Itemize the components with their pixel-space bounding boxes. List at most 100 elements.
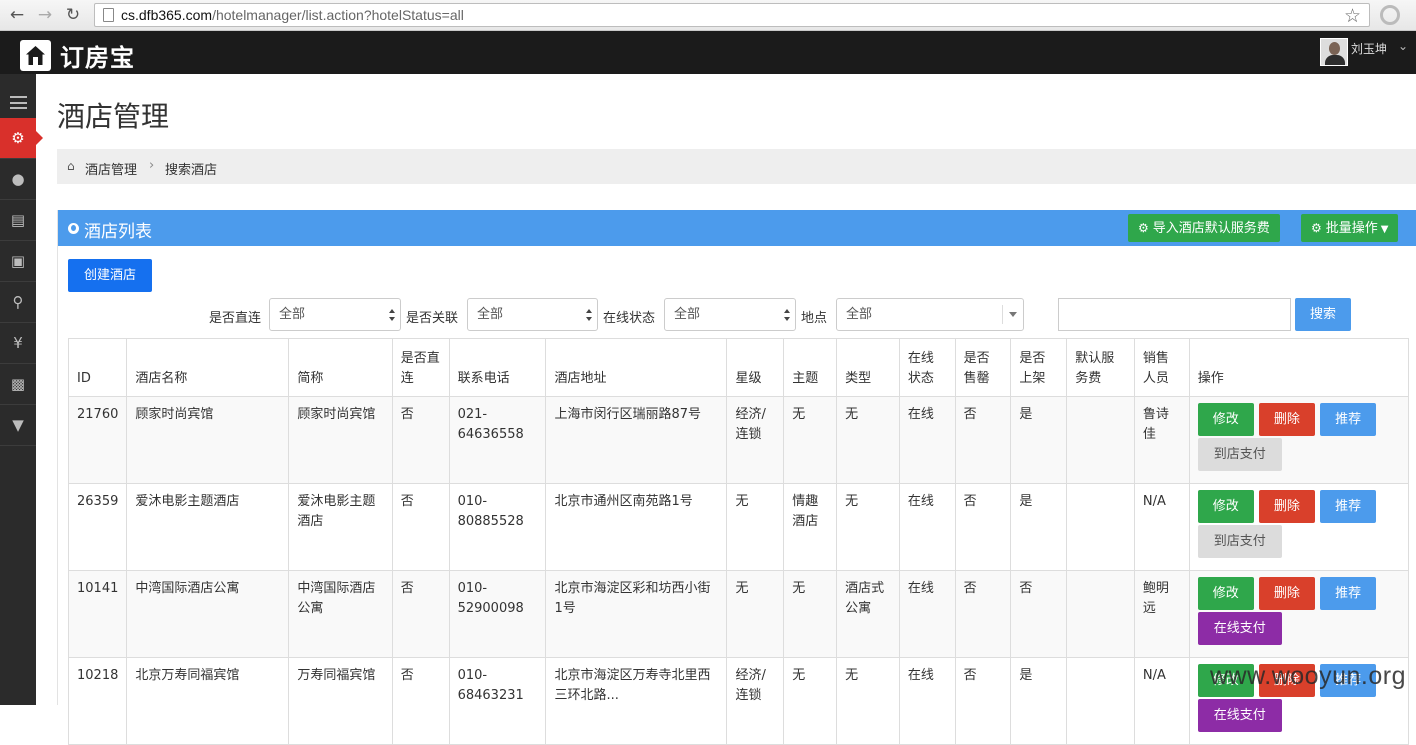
logo-house-icon[interactable] (20, 40, 51, 71)
online-status-select[interactable]: 全部 (664, 298, 796, 331)
back-icon[interactable]: ← (6, 4, 28, 26)
table-cell-fee (1066, 396, 1135, 484)
table-cell-sales: N/A (1133, 483, 1190, 571)
table-cell-soldout: 否 (954, 570, 1012, 658)
avatar[interactable] (1320, 38, 1348, 66)
user-name[interactable]: 刘玉坤 (1351, 40, 1387, 57)
table-cell-operations: 修改 删除 推荐到店支付 (1188, 396, 1410, 484)
column-header: 是否上架 (1010, 338, 1068, 397)
import-service-fee-button[interactable]: ⚙ 导入酒店默认服务费 (1128, 214, 1280, 242)
document-icon[interactable]: ▤ (0, 200, 36, 241)
table-cell-address: 北京市通州区南苑路1号 (545, 483, 728, 571)
table-cell-id: 10141 (67, 570, 128, 658)
table-cell-soldout: 否 (954, 657, 1012, 745)
watermark: www.wooyun.org (1210, 662, 1406, 690)
payment-mode-button[interactable]: 到店支付 (1197, 525, 1282, 558)
map-marker-icon[interactable]: ⚲ (0, 282, 36, 323)
filter-label-location: 地点 (801, 311, 828, 326)
extension-icon[interactable] (1380, 5, 1400, 25)
search-input[interactable] (1058, 298, 1291, 331)
table-cell-star: 经济/连锁 (726, 396, 785, 484)
user-icon[interactable]: ● (0, 159, 36, 200)
recommend-button[interactable]: 推荐 (1320, 577, 1377, 610)
gift-icon[interactable]: ▣ (0, 241, 36, 282)
table-cell-fee (1066, 657, 1135, 745)
url-text[interactable]: cs.dfb365.com/hotelmanager/list.action?h… (121, 7, 464, 23)
table-cell-short: 爱沐电影主题酒店 (288, 483, 393, 571)
recommend-button[interactable]: 推荐 (1320, 490, 1377, 523)
table-cell-theme: 无 (783, 657, 838, 745)
chevron-down-icon[interactable]: ⌄ (1398, 39, 1408, 53)
logo-text[interactable]: 订房宝 (60, 38, 135, 73)
table-cell-type: 无 (836, 483, 900, 571)
table-cell-name: 北京万寿同福宾馆 (126, 657, 290, 745)
location-select[interactable]: 全部 (836, 298, 1024, 331)
table-cell-soldout: 否 (954, 396, 1012, 484)
table-cell-name: 中湾国际酒店公寓 (126, 570, 290, 658)
table-cell-type: 无 (836, 657, 900, 745)
gears-icon: ⚙ (1311, 221, 1322, 235)
filter-label-direct: 是否直连 (209, 311, 262, 326)
table-cell-phone: 021-64636558 (448, 396, 547, 484)
table-row: 21760 顾家时尚宾馆 顾家时尚宾馆否 021-64636558 上海市闵行区瑞丽路8… (67, 396, 1410, 484)
payment-mode-button[interactable]: 到店支付 (1197, 438, 1282, 471)
delete-button[interactable]: 删除 (1258, 577, 1315, 610)
table-cell-sales: 鲍明远 (1133, 570, 1190, 658)
edit-button[interactable]: 修改 (1197, 577, 1254, 610)
table-cell-short: 万寿同福宾馆 (288, 657, 393, 745)
delete-button[interactable]: 删除 (1258, 403, 1315, 436)
updown-arrows-icon (784, 309, 791, 321)
table-cell-type: 无 (836, 396, 900, 484)
column-header: 酒店地址 (545, 338, 728, 397)
table-cell-direct: 否 (391, 396, 450, 484)
table-cell-operations: 修改 删除 推荐到店支付 (1188, 483, 1410, 571)
gears-icon[interactable]: ⚙ (0, 118, 43, 159)
column-header: 操作 (1188, 338, 1410, 397)
updown-arrows-icon (389, 309, 396, 321)
table-cell-phone: 010-52900098 (448, 570, 547, 658)
batch-operation-button[interactable]: ⚙ 批量操作 ▼ (1301, 214, 1399, 242)
bookmark-star-icon[interactable]: ☆ (1344, 5, 1361, 27)
table-cell-phone: 010-68463231 (448, 657, 547, 745)
edit-button[interactable]: 修改 (1197, 403, 1254, 436)
edit-button[interactable]: 修改 (1197, 490, 1254, 523)
create-hotel-button[interactable]: 创建酒店 (68, 259, 152, 292)
chevron-down-icon: ▼ (1380, 224, 1389, 235)
bar-chart-icon[interactable]: ▩ (0, 364, 36, 405)
table-cell-star: 无 (726, 570, 785, 658)
table-header-row: ID 酒店名称 简称 是否直连 联系电话 酒店地址 星级 主题 类型 在线状态 … (67, 338, 1410, 397)
column-header: 联系电话 (448, 338, 547, 397)
forward-icon[interactable]: → (34, 4, 56, 26)
linked-select[interactable]: 全部 (467, 298, 598, 331)
table-cell-listed: 是 (1010, 657, 1068, 745)
payment-mode-button[interactable]: 在线支付 (1197, 699, 1282, 732)
sidebar: ⚙ ● ▤ ▣ ⚲ ¥ ▩ ▼ (0, 74, 43, 705)
table-cell-online: 在线 (898, 570, 956, 658)
address-bar[interactable]: cs.dfb365.com/hotelmanager/list.action?h… (94, 3, 1370, 27)
column-header: ID (67, 338, 128, 397)
breadcrumb: ⌂ 酒店管理 › 搜索酒店 (57, 149, 1416, 184)
table-cell-listed: 是 (1010, 483, 1068, 571)
table-cell-name: 爱沐电影主题酒店 (126, 483, 290, 571)
table-cell-online: 在线 (898, 396, 956, 484)
recommend-button[interactable]: 推荐 (1320, 403, 1377, 436)
gears-icon: ⚙ (1138, 221, 1149, 235)
reload-icon[interactable]: ↻ (62, 4, 84, 26)
table-cell-online: 在线 (898, 657, 956, 745)
table-cell-address: 上海市闵行区瑞丽路87号 (545, 396, 728, 484)
panel-title: 酒店列表 (84, 222, 152, 242)
payment-mode-button[interactable]: 在线支付 (1197, 612, 1282, 645)
table-cell-name: 顾家时尚宾馆 (126, 396, 290, 484)
menu-icon[interactable] (0, 82, 36, 123)
table-row: 10141 中湾国际酒店公寓 中湾国际酒店公寓否 010-52900098 北京市海淀区… (67, 570, 1410, 658)
direct-select[interactable]: 全部 (269, 298, 401, 331)
filter-icon[interactable]: ▼ (0, 405, 36, 446)
yen-icon[interactable]: ¥ (0, 323, 36, 364)
search-button[interactable]: 搜索 (1295, 298, 1351, 331)
table-cell-direct: 否 (391, 483, 450, 571)
delete-button[interactable]: 删除 (1258, 490, 1315, 523)
hotel-table: ID 酒店名称 简称 是否直连 联系电话 酒店地址 星级 主题 类型 在线状态 … (67, 338, 1410, 745)
column-header: 酒店名称 (126, 338, 290, 397)
breadcrumb-item-hotel-management[interactable]: 酒店管理 (85, 159, 137, 178)
home-icon[interactable]: ⌂ (67, 159, 75, 173)
